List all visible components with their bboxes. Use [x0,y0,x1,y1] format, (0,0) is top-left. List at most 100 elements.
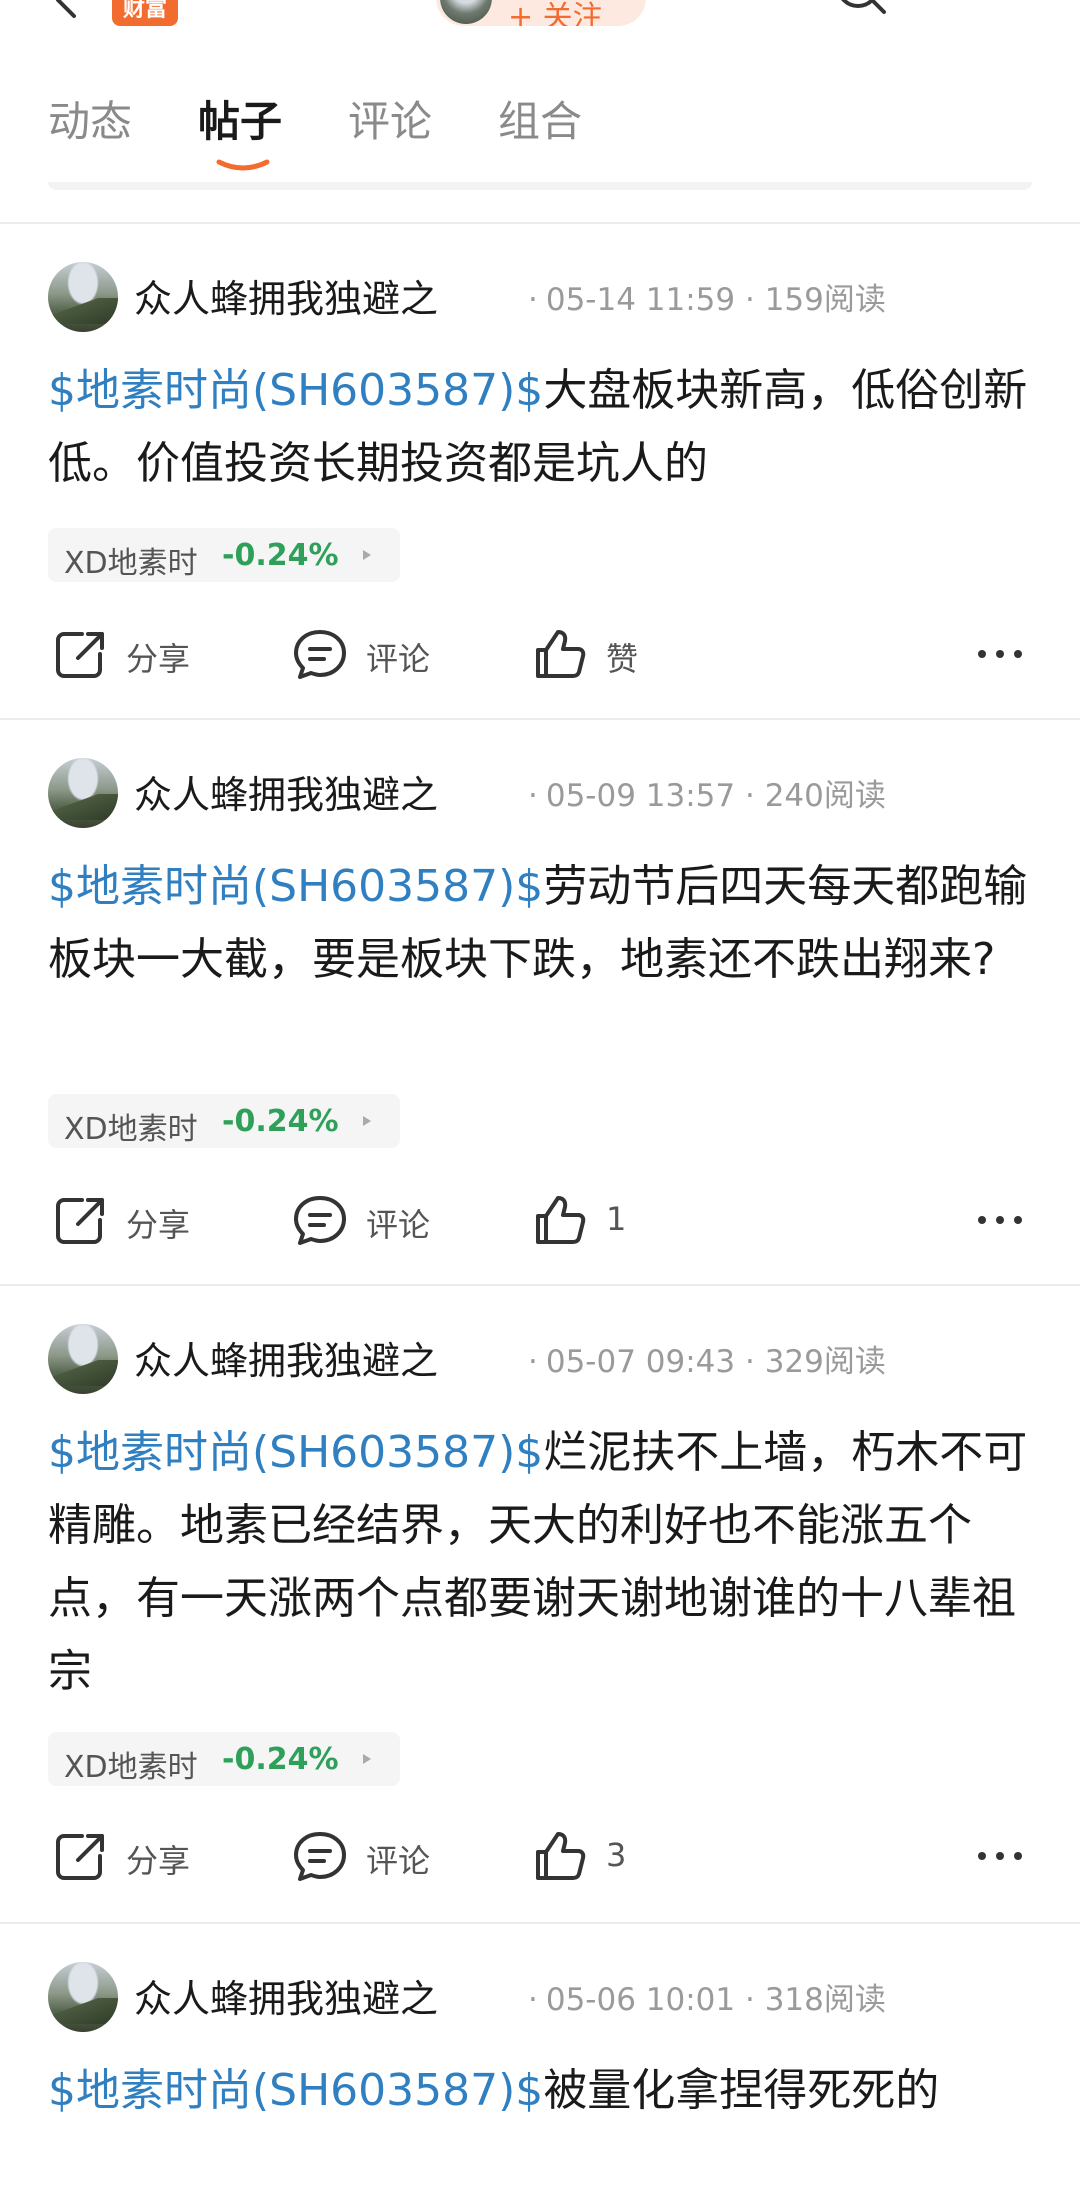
stock-link[interactable]: $地素时尚(SH603587)$ [48,2065,543,2116]
post-text: 被量化拿捏得死死的 [543,2065,940,2116]
post-date: 05-07 09:43 [545,1344,736,1380]
share-button[interactable]: 分享 [52,1824,212,1888]
post-reads: 329阅读 [764,1344,886,1380]
stock-tag-name: XD地素时 [64,1750,198,1785]
share-icon [56,1198,104,1244]
brand-badge: 财富 [112,0,178,26]
comment-button[interactable]: 评论 [292,1824,452,1888]
post-meta: · 05-06 10:01 · 318阅读 [528,1982,886,2018]
share-label: 分享 [126,1206,191,1244]
post-reads: 240阅读 [764,778,886,814]
comment-label: 评论 [366,1842,431,1880]
top-bar: 财富 + 关注 [0,0,1080,40]
tab-comments[interactable]: 评论 [348,88,432,149]
stock-tag-name: XD地素时 [64,546,198,581]
follow-button[interactable]: + 关注 [436,0,646,26]
comment-icon [294,1832,346,1881]
post-actions: 分享 评论 3 [0,1824,1080,1888]
more-icon[interactable] [974,1206,1026,1234]
share-icon [56,632,104,678]
post-date: 05-09 13:57 [545,778,736,814]
comment-icon [294,630,346,679]
tab-dynamics[interactable]: 动态 [48,88,132,149]
like-button[interactable]: 3 [532,1824,692,1888]
section-divider [0,222,1080,224]
post-item: 众人蜂拥我独避之 · 05-07 09:43 · 329阅读 $地素时尚(SH60… [0,1324,1080,1914]
tab-portfolio[interactable]: 组合 [498,88,582,149]
avatar[interactable] [48,758,118,828]
post-divider [0,1284,1080,1286]
post-item: 众人蜂拥我独避之 · 05-14 11:59 · 159阅读 $地素时尚(SH60… [0,262,1080,712]
stock-tag-change: -0.24% [222,1104,339,1139]
comment-button[interactable]: 评论 [292,1188,452,1252]
post-item: 众人蜂拥我独避之 · 05-09 13:57 · 240阅读 $地素时尚(SH60… [0,758,1080,1278]
avatar[interactable] [48,1324,118,1394]
author-row: 众人蜂拥我独避之 · 05-07 09:43 · 329阅读 [48,1324,1048,1394]
share-button[interactable]: 分享 [52,622,212,686]
author-row: 众人蜂拥我独避之 · 05-06 10:01 · 318阅读 [48,1962,1048,2032]
post-content[interactable]: $地素时尚(SH603587)$大盘板块新高，低俗创新低。价值投资长期投资都是坑… [48,354,1032,500]
post-meta: · 05-09 13:57 · 240阅读 [528,778,886,814]
active-tab-indicator [216,159,270,171]
caret-right-icon [363,1116,371,1126]
post-content[interactable]: $地素时尚(SH603587)$劳动节后四天每天都跑输板块一大截，要是板块下跌，… [48,850,1032,996]
tabs-shadow [48,182,1032,190]
post-date: 05-06 10:01 [545,1982,736,2018]
profile-tabs: 动态 帖子 评论 组合 [0,80,1080,171]
post-meta: · 05-14 11:59 · 159阅读 [528,282,886,318]
stock-tag-name: XD地素时 [64,1112,198,1147]
back-arrow-icon[interactable] [48,0,88,20]
thumbs-up-icon [536,630,586,678]
follow-label: + 关注 [508,0,603,26]
author-row: 众人蜂拥我独避之 · 05-09 13:57 · 240阅读 [48,758,1048,828]
stock-link[interactable]: $地素时尚(SH603587)$ [48,365,543,416]
thumbs-up-icon [536,1196,586,1244]
like-count: 3 [606,1836,627,1874]
post-actions: 分享 评论 1 [0,1188,1080,1252]
thumbs-up-icon [536,1832,586,1880]
like-button[interactable]: 赞 [532,622,692,686]
post-date: 05-14 11:59 [545,282,736,318]
stock-link[interactable]: $地素时尚(SH603587)$ [48,1427,543,1478]
stock-tag-chip[interactable]: XD地素时 -0.24% [48,1732,400,1786]
comment-button[interactable]: 评论 [292,622,452,686]
stock-tag-chip[interactable]: XD地素时 -0.24% [48,528,400,582]
post-divider [0,718,1080,720]
stock-tag-change: -0.24% [222,538,339,573]
post-item: 众人蜂拥我独避之 · 05-06 10:01 · 318阅读 $地素时尚(SH60… [0,1962,1080,2198]
caret-right-icon [363,550,371,560]
more-icon[interactable] [974,640,1026,668]
share-label: 分享 [126,640,191,678]
like-count: 1 [606,1200,627,1238]
post-meta: · 05-07 09:43 · 329阅读 [528,1344,886,1380]
profile-avatar [440,0,492,24]
post-reads: 159阅读 [764,282,886,318]
search-icon[interactable] [830,0,890,20]
post-content[interactable]: $地素时尚(SH603587)$被量化拿捏得死死的 [48,2054,1032,2127]
avatar[interactable] [48,1962,118,2032]
like-button[interactable]: 1 [532,1188,692,1252]
author-name[interactable]: 众人蜂拥我独避之 [134,764,438,819]
post-reads: 318阅读 [764,1982,886,2018]
share-label: 分享 [126,1842,191,1880]
author-name[interactable]: 众人蜂拥我独避之 [134,1968,438,2023]
comment-label: 评论 [366,1206,431,1244]
post-content[interactable]: $地素时尚(SH603587)$烂泥扶不上墙，朽木不可精雕。地素已经结界，天大的… [48,1416,1032,1708]
tab-posts[interactable]: 帖子 [198,88,282,149]
share-button[interactable]: 分享 [52,1188,212,1252]
author-name[interactable]: 众人蜂拥我独避之 [134,1330,438,1385]
comment-label: 评论 [366,640,431,678]
like-label: 赞 [606,640,639,678]
stock-tag-chip[interactable]: XD地素时 -0.24% [48,1094,400,1148]
share-icon [56,1834,104,1880]
author-name[interactable]: 众人蜂拥我独避之 [134,268,438,323]
more-icon[interactable] [974,1842,1026,1870]
avatar[interactable] [48,262,118,332]
stock-tag-change: -0.24% [222,1742,339,1777]
author-row: 众人蜂拥我独避之 · 05-14 11:59 · 159阅读 [48,262,1048,332]
post-divider [0,1922,1080,1924]
post-actions: 分享 评论 赞 [0,622,1080,686]
comment-icon [294,1196,346,1245]
caret-right-icon [363,1754,371,1764]
stock-link[interactable]: $地素时尚(SH603587)$ [48,861,543,912]
